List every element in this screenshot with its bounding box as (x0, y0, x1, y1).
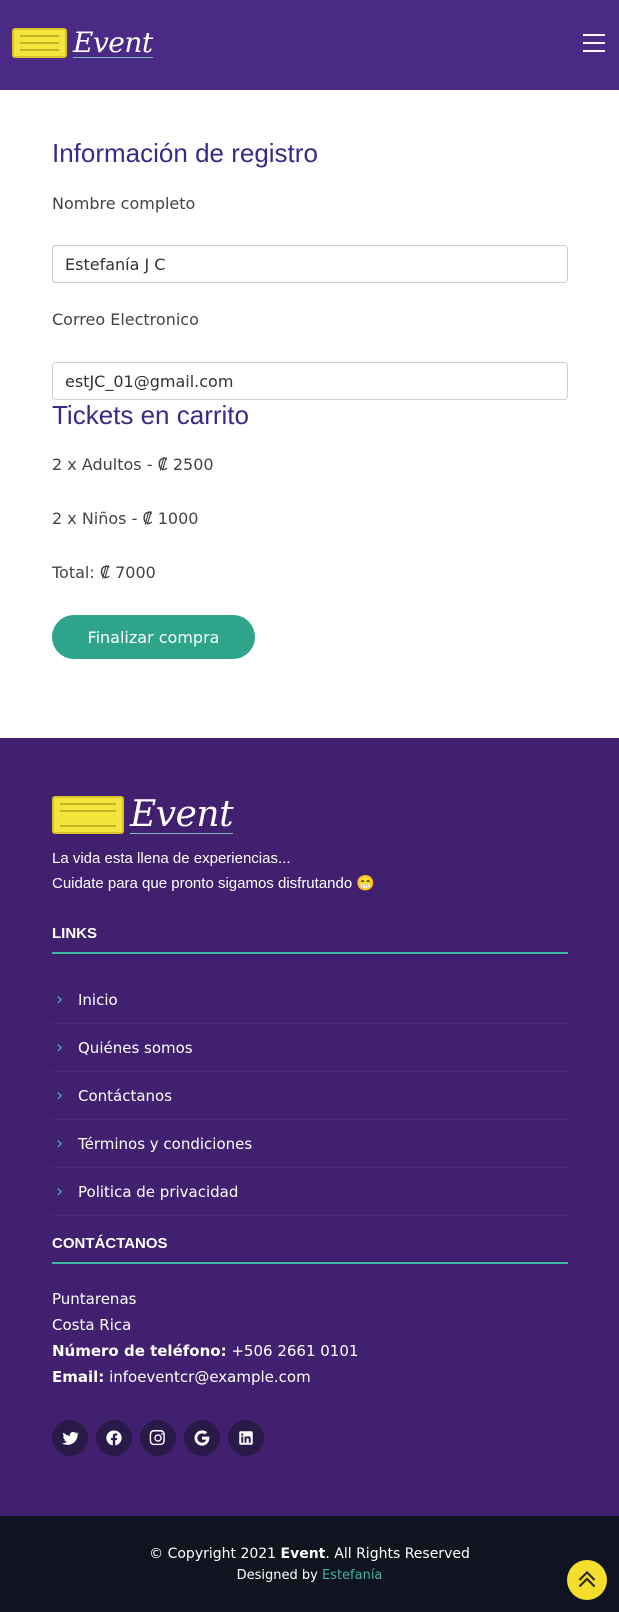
footer-link-inicio[interactable]: › Inicio (52, 976, 568, 1024)
google-icon[interactable] (184, 1420, 220, 1456)
footer-link-privacidad[interactable]: › Politica de privacidad (52, 1168, 568, 1216)
copyright-prefix: © Copyright 2021 (149, 1546, 277, 1562)
facebook-icon[interactable] (96, 1420, 132, 1456)
hamburger-menu-icon[interactable] (583, 34, 605, 52)
cart-item-adults: 2 x Adultos - ₡ 2500 (52, 455, 214, 474)
chevron-right-icon: › (56, 1037, 64, 1058)
copyright-brand: Event (280, 1546, 326, 1562)
cart-title: Tickets en carrito (52, 400, 249, 430)
footer-link-label: Contáctanos (78, 1086, 173, 1105)
chevron-right-icon: › (56, 1133, 64, 1154)
copyright-suffix: . All Rights Reserved (325, 1546, 470, 1562)
designer-link[interactable]: Estefanía (322, 1568, 382, 1583)
footer-link-label: Términos y condiciones (78, 1134, 253, 1153)
chevron-right-icon: › (56, 1085, 64, 1106)
email-label: Correo Electronico (52, 310, 199, 329)
logo-text: Event (130, 793, 234, 835)
email-input[interactable] (52, 362, 568, 400)
footer-link-label: Inicio (78, 990, 118, 1009)
designed-by: Designed by Estefanía (0, 1568, 619, 1583)
footer-link-terminos[interactable]: › Términos y condiciones (52, 1120, 568, 1168)
header-logo[interactable]: Event (12, 28, 153, 58)
linkedin-icon[interactable] (228, 1420, 264, 1456)
name-label: Nombre completo (52, 194, 196, 213)
footer-tagline-2: Cuidate para que pronto sigamos disfruta… (52, 875, 376, 892)
email-value[interactable]: infoeventcr@example.com (109, 1368, 311, 1386)
name-input[interactable] (52, 245, 568, 283)
footer-links: › Inicio › Quiénes somos › Contáctanos ›… (52, 976, 568, 1216)
contact-email: Email: infoeventcr@example.com (52, 1368, 311, 1386)
footer-logo[interactable]: Event (52, 793, 234, 835)
back-to-top-icon[interactable] (567, 1560, 607, 1600)
ticket-icon (12, 28, 67, 58)
chevron-right-icon: › (56, 1181, 64, 1202)
contact-phone: Número de teléfono: +506 2661 0101 (52, 1342, 358, 1360)
cart-total: Total: ₡ 7000 (52, 563, 156, 582)
copyright-text: © Copyright 2021 Event. All Rights Reser… (0, 1546, 619, 1562)
footer-link-label: Quiénes somos (78, 1038, 193, 1057)
twitter-icon[interactable] (52, 1420, 88, 1456)
footer-link-quienes-somos[interactable]: › Quiénes somos (52, 1024, 568, 1072)
email-label: Email: (52, 1368, 105, 1386)
phone-label: Número de teléfono: (52, 1342, 227, 1360)
contact-country: Costa Rica (52, 1316, 132, 1334)
top-header: Event (0, 0, 619, 90)
registration-title: Información de registro (52, 138, 318, 168)
ticket-icon (52, 796, 124, 834)
footer-link-label: Politica de privacidad (78, 1182, 239, 1201)
footer-tagline-1: La vida esta llena de experiencias... (52, 850, 291, 867)
footer-link-contactanos[interactable]: › Contáctanos (52, 1072, 568, 1120)
contact-heading: CONTÁCTANOS (52, 1235, 568, 1264)
links-heading: LINKS (52, 925, 568, 954)
finalize-purchase-button[interactable]: Finalizar compra (52, 615, 255, 659)
contact-city: Puntarenas (52, 1290, 137, 1308)
instagram-icon[interactable] (140, 1420, 176, 1456)
chevron-right-icon: › (56, 989, 64, 1010)
social-links (52, 1420, 264, 1456)
designed-prefix: Designed by (236, 1568, 318, 1583)
cart-item-kids: 2 x Niños - ₡ 1000 (52, 509, 199, 528)
logo-text: Event (73, 25, 153, 59)
phone-value: +506 2661 0101 (231, 1342, 359, 1360)
copyright-bar: © Copyright 2021 Event. All Rights Reser… (0, 1516, 619, 1612)
